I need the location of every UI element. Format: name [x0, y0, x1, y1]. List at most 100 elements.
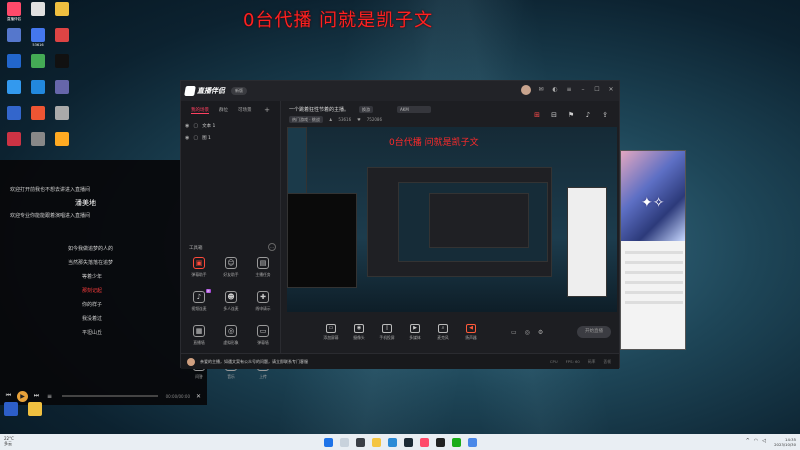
desktop-icon[interactable]	[50, 54, 74, 82]
desktop-icon-label	[2, 147, 26, 155]
tool-item[interactable]: ▣ 弹幕助手	[183, 257, 215, 281]
tool-item[interactable]: ♪ 视频连麦 新	[183, 289, 215, 315]
camera-icon[interactable]: ▭	[511, 329, 517, 336]
desktop-icon[interactable]	[50, 2, 74, 30]
wallpaper-window[interactable]: ✦✧	[620, 150, 686, 350]
version-pill[interactable]: 新版	[231, 87, 247, 95]
maximize-icon[interactable]: ☐	[593, 86, 601, 94]
lock-icon[interactable]: ▢	[193, 123, 198, 129]
search-icon[interactable]	[339, 437, 349, 447]
more-icon[interactable]: …	[268, 243, 276, 251]
menu-icon[interactable]: ≡	[565, 86, 573, 94]
tab-scenes[interactable]: 可场景	[238, 107, 252, 113]
lyric-line: 我没着过	[82, 316, 103, 322]
edge-icon[interactable]	[387, 437, 397, 447]
music-app-icon[interactable]	[435, 437, 445, 447]
eye-icon[interactable]: ◉	[185, 123, 189, 129]
weather-widget[interactable]: 22°C 多云	[4, 436, 14, 446]
desktop-icon-label	[26, 147, 50, 155]
clock[interactable]: 14:35 2023/10/30	[774, 437, 796, 447]
settings-icon[interactable]: ⚙	[538, 329, 543, 336]
source-control[interactable]: ▯ 手机投屏	[373, 323, 401, 341]
lyric-line: 平坦山丘	[82, 330, 103, 336]
desktop-icon[interactable]: 直播伴侣	[2, 2, 26, 30]
stream-preview[interactable]: 0台代播 问就是凯子文	[287, 127, 617, 312]
start-icon[interactable]	[323, 437, 333, 447]
desktop-icon[interactable]	[26, 80, 50, 108]
close-icon[interactable]: ✕	[194, 392, 203, 401]
tool-item[interactable]: ✚ 线申请示	[247, 291, 279, 315]
skin-icon[interactable]: ◐	[551, 86, 559, 94]
desktop-icon-image	[55, 54, 69, 68]
mail-icon[interactable]: ✉	[537, 86, 545, 94]
shirt-icon[interactable]: ⚑	[567, 111, 575, 119]
tool-item[interactable]: ☺ 好友助手	[215, 257, 247, 281]
desktop-icon[interactable]	[50, 106, 74, 134]
room-category[interactable]: AKM	[397, 106, 431, 113]
source-control[interactable]: ◀ 扬声器	[457, 323, 485, 341]
desktop-icon[interactable]	[26, 2, 50, 30]
minimize-icon[interactable]: –	[579, 86, 587, 94]
network-icon[interactable]: ◠	[754, 438, 758, 444]
scene-item[interactable]: ◉ ▢ 文本 1	[185, 121, 275, 131]
start-live-button[interactable]: 开始直播	[577, 326, 611, 338]
share-icon[interactable]: ⇪	[601, 111, 609, 119]
preview-right-window	[567, 187, 607, 297]
desktop-icon[interactable]	[2, 54, 26, 82]
desktop-icon[interactable]	[50, 132, 74, 160]
wechat-icon[interactable]	[451, 437, 461, 447]
livestream-app-icon[interactable]	[419, 437, 429, 447]
progress-bar[interactable]	[62, 395, 158, 397]
desktop-icon[interactable]	[2, 28, 26, 56]
grid-icon[interactable]: ⊟	[550, 111, 558, 119]
desktop-icon[interactable]	[26, 54, 50, 82]
tab-group[interactable]: 群位	[219, 107, 228, 113]
scene-item[interactable]: ◉ ▢ 图 1	[185, 133, 275, 143]
volume-icon[interactable]: ◁	[762, 438, 766, 444]
tab-my-scenes[interactable]: 我的场景	[191, 107, 209, 114]
desktop-icon[interactable]	[26, 132, 50, 160]
avatar[interactable]	[521, 85, 531, 95]
clock-date: 2023/10/30	[774, 442, 796, 447]
lock-icon[interactable]: ▢	[193, 135, 198, 141]
chevron-up-icon[interactable]: ^	[746, 438, 750, 444]
desktop-icon-image	[55, 2, 69, 16]
desktop-icon[interactable]	[2, 132, 26, 160]
eye-icon[interactable]: ◎	[525, 329, 530, 336]
desktop-icon[interactable]: 53616	[26, 28, 50, 56]
tool-item[interactable]: ☻ 多人连麦	[215, 291, 247, 315]
gift-icon[interactable]: ⊞	[533, 111, 541, 119]
room-title[interactable]: 一个跳着狂性节着的主播。	[289, 106, 349, 113]
desktop-icon[interactable]	[50, 28, 74, 56]
explorer-icon[interactable]	[371, 437, 381, 447]
eye-icon[interactable]: ◉	[185, 135, 189, 141]
logo-icon	[184, 86, 196, 96]
source-control[interactable]: ▶ 多媒体	[401, 323, 429, 341]
tool-item[interactable]: ▭ 弹幕墙	[247, 325, 279, 349]
desktop-icon-image	[31, 106, 45, 120]
store-icon[interactable]	[403, 437, 413, 447]
tool-item[interactable]: ▤ 主播任务	[247, 257, 279, 281]
desktop-icon[interactable]	[50, 80, 74, 108]
desktop-icon[interactable]	[2, 106, 26, 134]
source-control[interactable]: ◉ 摄像头	[345, 323, 373, 341]
room-tag[interactable]: 换游	[359, 106, 373, 113]
bell-icon[interactable]: ♪	[584, 111, 592, 119]
browser-icon[interactable]	[467, 437, 477, 447]
desktop-icon[interactable]	[26, 106, 50, 134]
app-shortcut-icon[interactable]	[28, 402, 42, 416]
app-shortcut-icon[interactable]	[4, 402, 18, 416]
taskview-icon[interactable]	[355, 437, 365, 447]
tool-item[interactable]: ◎ 虚拟形象	[215, 325, 247, 349]
tool-item[interactable]: ▦ 直播墙	[183, 325, 215, 349]
source-control[interactable]: ▭ 添加屏幕	[317, 323, 345, 341]
source-control[interactable]: ⌕ 麦克风	[429, 323, 457, 341]
sidebar-tabs: 我的场景 群位 可场景 +	[181, 101, 280, 114]
desktop-icon-image	[31, 132, 45, 146]
room-meta: 热门游戏 · 挑战 ♟ 53616 ♥ 752086	[289, 116, 382, 123]
preview-desktop-icons	[287, 127, 307, 197]
desktop-icon-image	[7, 54, 21, 68]
desktop-icon[interactable]	[2, 80, 26, 108]
add-scene-icon[interactable]: +	[264, 106, 270, 114]
close-icon[interactable]: ✕	[607, 86, 615, 94]
